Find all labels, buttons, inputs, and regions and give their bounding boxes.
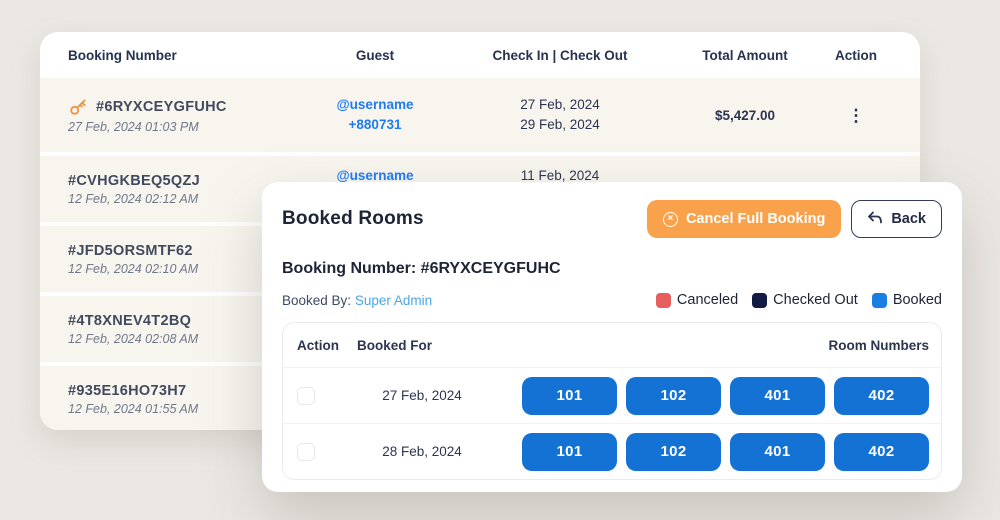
- row-checkbox[interactable]: [297, 443, 315, 461]
- booked-by: Booked By: Super Admin: [282, 293, 432, 308]
- booking-number: #6RYXCEYGFUHC: [96, 99, 227, 115]
- back-button-label: Back: [891, 211, 926, 227]
- total-amount: $5,427.00: [670, 108, 820, 123]
- cancel-circle-x-icon: ×: [663, 212, 678, 227]
- room-number-button[interactable]: 102: [626, 377, 721, 415]
- room-number-button[interactable]: 401: [730, 377, 825, 415]
- room-number-button[interactable]: 102: [626, 433, 721, 471]
- checked-out-swatch-icon: [752, 293, 767, 308]
- cancel-button-label: Cancel Full Booking: [686, 211, 825, 227]
- guest-username-link[interactable]: @username: [300, 95, 450, 115]
- legend-item-checked-out: Checked Out: [752, 292, 858, 308]
- room-number-button[interactable]: 101: [522, 433, 617, 471]
- check-in-date: 27 Feb, 2024: [450, 95, 670, 115]
- rooms-table-row: 28 Feb, 2024 101 102 401 402: [283, 423, 941, 479]
- room-number-button[interactable]: 402: [834, 433, 929, 471]
- room-number-button[interactable]: 402: [834, 377, 929, 415]
- bookings-table-header: Booking Number Guest Check In | Check Ou…: [40, 32, 920, 78]
- room-number-button[interactable]: 401: [730, 433, 825, 471]
- legend-item-canceled: Canceled: [656, 292, 738, 308]
- col-header-room-numbers: Room Numbers: [487, 338, 929, 353]
- legend-item-booked: Booked: [872, 292, 942, 308]
- booked-for-date: 28 Feb, 2024: [357, 444, 487, 459]
- col-header-booking-number: Booking Number: [68, 48, 300, 63]
- booked-swatch-icon: [872, 293, 887, 308]
- booked-by-label: Booked By:: [282, 293, 351, 308]
- status-legend: Canceled Checked Out Booked: [656, 292, 942, 308]
- guest-phone-link[interactable]: +880731: [300, 115, 450, 135]
- booked-rooms-modal: Booked Rooms × Cancel Full Booking Back …: [262, 182, 962, 492]
- col-header-action: Action: [297, 338, 357, 353]
- col-header-check-in-out: Check In | Check Out: [450, 48, 670, 63]
- canceled-swatch-icon: [656, 293, 671, 308]
- booked-by-name[interactable]: Super Admin: [355, 293, 432, 308]
- check-out-date: 29 Feb, 2024: [450, 115, 670, 135]
- col-header-action: Action: [820, 48, 892, 63]
- booking-number: #CVHGKBEQ5QZJ: [68, 173, 300, 189]
- legend-label: Booked: [893, 292, 942, 308]
- modal-booking-number: Booking Number: #6RYXCEYGFUHC: [282, 260, 942, 278]
- legend-label: Canceled: [677, 292, 738, 308]
- back-arrow-icon: [867, 211, 883, 228]
- back-button[interactable]: Back: [851, 200, 942, 238]
- table-row: #6RYXCEYGFUHC 27 Feb, 2024 01:03 PM @use…: [40, 78, 920, 152]
- booked-rooms-table: Action Booked For Room Numbers 27 Feb, 2…: [282, 322, 942, 480]
- modal-title: Booked Rooms: [282, 208, 424, 230]
- booking-timestamp: 27 Feb, 2024 01:03 PM: [68, 120, 300, 134]
- col-header-booked-for: Booked For: [357, 338, 487, 353]
- cancel-full-booking-button[interactable]: × Cancel Full Booking: [647, 200, 841, 238]
- rooms-table-row: 27 Feb, 2024 101 102 401 402: [283, 367, 941, 423]
- col-header-total-amount: Total Amount: [670, 48, 820, 63]
- row-checkbox[interactable]: [297, 387, 315, 405]
- col-header-guest: Guest: [300, 48, 450, 63]
- booked-for-date: 27 Feb, 2024: [357, 388, 487, 403]
- kebab-menu-icon[interactable]: ⋮: [820, 107, 892, 124]
- rooms-table-header: Action Booked For Room Numbers: [283, 323, 941, 367]
- key-icon: [68, 97, 88, 117]
- legend-label: Checked Out: [773, 292, 858, 308]
- room-number-button[interactable]: 101: [522, 377, 617, 415]
